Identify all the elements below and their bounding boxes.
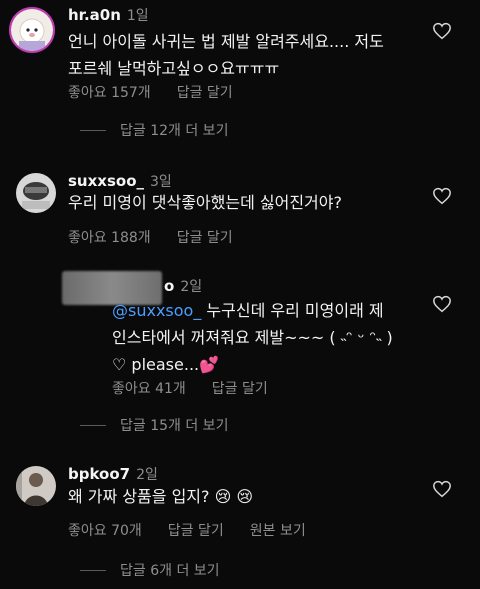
likes-count[interactable]: 좋아요 41개 — [112, 381, 186, 397]
comment-meta: 좋아요 70개 답글 달기 원본 보기 — [68, 520, 332, 540]
comment-text: 우리 미영이 댓삭좋아했는데 싫어진거야? — [68, 193, 342, 212]
reply-text-line: ♡ please...💕 — [112, 355, 220, 374]
reply-button[interactable]: 답글 달기 — [177, 85, 233, 101]
view-replies-button[interactable]: 답글 6개 더 보기 — [80, 560, 220, 580]
comment-header: hr.a0n 1일 — [68, 5, 149, 25]
reply-header: o 2일 — [164, 276, 202, 296]
comment-header: suxxsoo_ 3일 — [68, 171, 172, 191]
heart-outline-icon[interactable] — [432, 480, 452, 498]
comment-text-line: 포르쉐 날먹하고싶ㅇㅇ요ㅠㅠㅠ — [68, 59, 280, 78]
comment-meta: 좋아요 188개 답글 달기 — [68, 227, 259, 247]
divider — [80, 129, 106, 131]
avatar-image — [16, 466, 56, 506]
heart-outline-icon[interactable] — [432, 22, 452, 40]
comment-2: suxxsoo_ 3일 우리 미영이 댓삭좋아했는데 싫어진거야? 좋아요 188… — [0, 165, 480, 435]
view-replies-button[interactable]: 답글 15개 더 보기 — [80, 415, 228, 435]
divider — [80, 424, 106, 426]
avatar-image — [11, 9, 53, 51]
see-original-button[interactable]: 원본 보기 — [250, 523, 306, 539]
comment-text: 언니 아이돌 사귀는 법 제발 알려주세요.... 저도 포르쉐 날먹하고싶ㅇㅇ… — [68, 28, 384, 82]
likes-count[interactable]: 좋아요 70개 — [68, 523, 142, 539]
timestamp: 3일 — [150, 174, 172, 190]
mention-link[interactable]: @suxxsoo_ — [112, 301, 201, 320]
reply-text-line: 인스타에서 꺼져줘요 제발~~~ ( ˵ᵔ ᵕ ᵔ˵ ) — [112, 328, 393, 347]
divider — [80, 569, 106, 571]
view-replies-label: 답글 15개 더 보기 — [120, 418, 229, 434]
reply-text: @suxxsoo_ 누구신데 우리 미영이래 제 인스타에서 꺼져줘요 제발~~… — [112, 297, 422, 378]
avatar[interactable] — [16, 173, 56, 213]
view-replies-label: 답글 12개 더 보기 — [120, 123, 229, 139]
timestamp: 2일 — [136, 467, 158, 483]
reply-button[interactable]: 답글 달기 — [177, 230, 233, 246]
timestamp: 2일 — [180, 279, 203, 295]
comment-3: bpkoo7 2일 왜 가짜 상품을 입지? 😢 😢 좋아요 70개 답글 달기 원본… — [0, 460, 480, 589]
username[interactable]: o — [164, 277, 174, 295]
reply-comment: o 2일 @suxxsoo_ 누구신데 우리 미영이래 제 인스타에서 꺼져줘요 … — [0, 271, 480, 398]
avatar[interactable] — [16, 466, 56, 506]
username[interactable]: bpkoo7 — [68, 465, 130, 483]
reply-button[interactable]: 답글 달기 — [168, 523, 224, 539]
comment-header: bpkoo7 2일 — [68, 464, 158, 484]
likes-count[interactable]: 좋아요 157개 — [68, 85, 151, 101]
comment-text-line: 언니 아이돌 사귀는 법 제발 알려주세요.... 저도 — [68, 32, 384, 51]
timestamp: 1일 — [126, 8, 149, 24]
reply-button[interactable]: 답글 달기 — [212, 381, 268, 397]
comment-1: hr.a0n 1일 언니 아이돌 사귀는 법 제발 알려주세요.... 저도 포르… — [0, 0, 480, 145]
avatar-image — [16, 173, 56, 213]
username[interactable]: suxxsoo_ — [68, 172, 144, 190]
comment-text: 왜 가짜 상품을 입지? 😢 😢 — [68, 487, 254, 506]
likes-count[interactable]: 좋아요 188개 — [68, 230, 151, 246]
reply-text-span: 누구신데 우리 미영이래 제 — [201, 301, 384, 320]
avatar[interactable] — [9, 7, 55, 53]
reply-text-line: @suxxsoo_ 누구신데 우리 미영이래 제 — [112, 297, 422, 324]
comment-meta: 좋아요 157개 답글 달기 — [68, 82, 259, 102]
view-replies-label: 답글 6개 더 보기 — [120, 563, 220, 579]
heart-outline-icon[interactable] — [432, 187, 452, 205]
heart-outline-icon[interactable] — [432, 295, 452, 313]
view-replies-button[interactable]: 답글 12개 더 보기 — [80, 120, 228, 140]
username[interactable]: hr.a0n — [68, 6, 121, 24]
reply-meta: 좋아요 41개 답글 달기 — [112, 378, 294, 398]
